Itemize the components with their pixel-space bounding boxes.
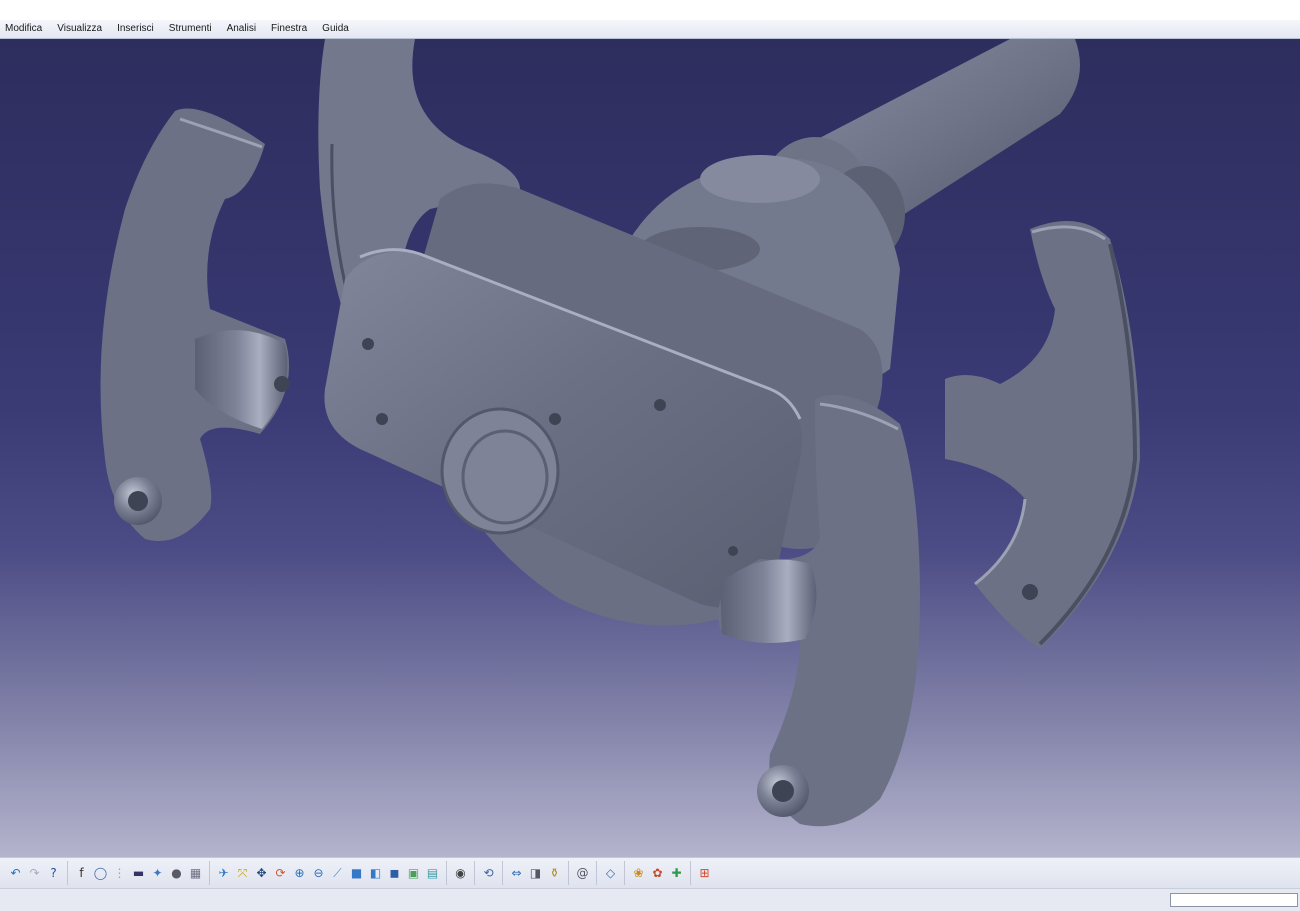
measure-item-button[interactable]: ◨ [527, 863, 544, 883]
menu-bar: Modifica Visualizza Inserisci Strumenti … [0, 20, 1300, 39]
zoom-in-icon: ⊕ [294, 866, 305, 880]
sketch-plane-icon: ◇ [605, 866, 616, 880]
bottom-toolbar: ↶ ↷? f ◯ ⋮ ▬ ✦ ● ▦ ✈ ⤧ ✥ ⟳ ⊕ ⊖ ⟋ ■ ◧ ◼ ▣ ▤ ◉ ⟲ ⇔ ◨ ⚱ @ ◇ ❀ ✿ ✚ ⊞ [0, 857, 1300, 888]
comment-balloon-icon: ◯ [93, 866, 108, 880]
toolbar-group: ❀ ✿ ✚ [624, 861, 690, 885]
redo-icon: ↷ [29, 866, 40, 880]
zoom-in-button[interactable]: ⊕ [291, 863, 308, 883]
tree-expand-button[interactable]: ✦ [149, 863, 166, 883]
fly-mode-icon: ✈ [218, 866, 229, 880]
part-body-button[interactable]: ● [168, 863, 185, 883]
steering-wheel-model [100, 39, 1140, 827]
pan-icon: ✥ [256, 866, 267, 880]
measure-item-icon: ◨ [529, 866, 542, 880]
rotate-icon: ⟳ [275, 866, 286, 880]
menu-item-finestra[interactable]: Finestra [266, 20, 317, 38]
menu-item-strumenti[interactable]: Strumenti [164, 20, 222, 38]
measure-inertia-icon: ⚱ [549, 866, 560, 880]
multi-view-icon: ■ [350, 866, 363, 880]
formula-button[interactable]: f [73, 863, 90, 883]
sketch-plane-button[interactable]: ◇ [602, 863, 619, 883]
normal-view-icon: ⟋ [333, 866, 342, 880]
fit-all-button[interactable]: ⤧ [234, 863, 251, 883]
title-bar-area [0, 0, 1300, 20]
hide-show-icon: ▣ [407, 866, 420, 880]
tree-expand-icon: ✦ [152, 866, 163, 880]
toolbar-group: ⇔ ◨ ⚱ [502, 861, 568, 885]
zoom-out-button[interactable]: ⊖ [310, 863, 327, 883]
layer-filter-button[interactable]: ▬ [130, 863, 147, 883]
comment-balloon-button[interactable]: ◯ [92, 863, 109, 883]
measure-between-icon: ⇔ [511, 866, 522, 880]
swap-visible-space-icon: ▤ [426, 866, 439, 880]
render-style-button[interactable]: ◼ [386, 863, 403, 883]
part-body-icon: ● [171, 866, 182, 880]
constraint-button[interactable]: @ [574, 863, 591, 883]
command-input[interactable] [1170, 893, 1298, 907]
constraint-icon: @ [576, 866, 589, 880]
toolbar-group: ⟲ [474, 861, 502, 885]
fly-mode-button[interactable]: ✈ [215, 863, 232, 883]
separator-handle-icon: ⋮ [113, 866, 126, 880]
toolbar-group: ⊞ [690, 861, 718, 885]
knowledge-icon: ✚ [671, 866, 682, 880]
redo-button[interactable]: ↷ [26, 863, 43, 883]
whats-this-help-button[interactable]: ? [45, 863, 62, 883]
menu-item-modifica[interactable]: Modifica [0, 20, 52, 38]
isometric-view-button[interactable]: ◧ [367, 863, 384, 883]
menu-item-guida[interactable]: Guida [317, 20, 359, 38]
update-button[interactable]: ⟲ [480, 863, 497, 883]
isometric-view-icon: ◧ [369, 866, 382, 880]
separator-handle-button[interactable]: ⋮ [111, 863, 128, 883]
toolbar-group: ↶ ↷? [2, 861, 67, 885]
catalog-browser-icon: ✿ [652, 866, 663, 880]
assembly-structure-icon: ▦ [189, 866, 202, 880]
swap-visible-space-button[interactable]: ▤ [424, 863, 441, 883]
update-icon: ⟲ [483, 866, 494, 880]
grid-snap-button[interactable]: ⊞ [696, 863, 713, 883]
zoom-out-icon: ⊖ [313, 866, 324, 880]
whats-this-help-icon: ? [50, 866, 57, 880]
formula-icon: f [79, 866, 84, 880]
toolbar-group: f ◯ ⋮ ▬ ✦ ● ▦ [67, 861, 209, 885]
multi-view-button[interactable]: ■ [348, 863, 365, 883]
toolbar-group: ◉ [446, 861, 474, 885]
rotate-button[interactable]: ⟳ [272, 863, 289, 883]
catalog-browser-button[interactable]: ✿ [649, 863, 666, 883]
measure-inertia-button[interactable]: ⚱ [546, 863, 563, 883]
normal-view-button[interactable]: ⟋ [329, 863, 346, 883]
assembly-structure-button[interactable]: ▦ [187, 863, 204, 883]
menu-item-analisi[interactable]: Analisi [222, 20, 266, 38]
render-style-icon: ◼ [389, 866, 400, 880]
measure-between-button[interactable]: ⇔ [508, 863, 525, 883]
layer-filter-icon: ▬ [132, 866, 145, 880]
undo-button[interactable]: ↶ [7, 863, 24, 883]
capture-camera-button[interactable]: ◉ [452, 863, 469, 883]
knowledge-button[interactable]: ✚ [668, 863, 685, 883]
capture-camera-icon: ◉ [455, 866, 466, 880]
hide-show-button[interactable]: ▣ [405, 863, 422, 883]
toolbar-group: ✈ ⤧ ✥ ⟳ ⊕ ⊖ ⟋ ■ ◧ ◼ ▣ ▤ [209, 861, 446, 885]
right-paddle [945, 221, 1140, 649]
fit-all-icon: ⤧ [237, 866, 248, 880]
3d-viewport[interactable] [0, 39, 1300, 857]
pan-button[interactable]: ✥ [253, 863, 270, 883]
menu-item-inserisci[interactable]: Inserisci [112, 20, 164, 38]
apply-material-button[interactable]: ❀ [630, 863, 647, 883]
status-bar [0, 888, 1300, 911]
left-grip [100, 108, 290, 541]
undo-icon: ↶ [10, 866, 21, 880]
toolbar-group: @ [568, 861, 596, 885]
grid-snap-icon: ⊞ [699, 866, 710, 880]
apply-material-icon: ❀ [633, 866, 644, 880]
toolbar-group: ◇ [596, 861, 624, 885]
menu-item-visualizza[interactable]: Visualizza [52, 20, 112, 38]
